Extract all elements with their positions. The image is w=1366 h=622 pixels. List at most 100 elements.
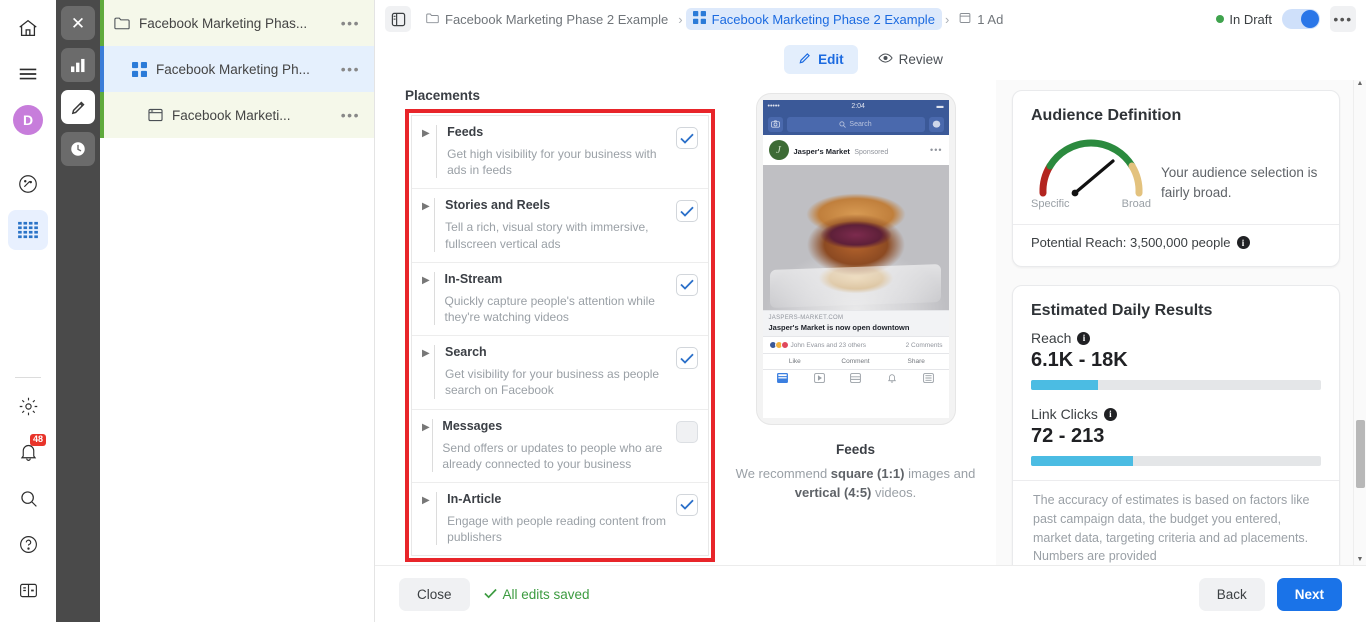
speedometer-icon[interactable] [8,164,48,204]
save-status-label: All edits saved [502,586,590,602]
placement-checkbox[interactable] [676,493,698,516]
tree-accent [100,46,104,92]
scroll-up-icon[interactable]: ▲ [1354,80,1366,87]
notifications-icon [874,373,910,383]
next-button[interactable]: Next [1276,577,1342,611]
panel-icon[interactable] [8,570,48,610]
breadcrumb-adset[interactable]: Facebook Marketing Phase 2 Example [685,8,942,30]
back-button[interactable]: Back [1198,577,1265,611]
link-url: JASPERS-MARKET.COM [768,315,844,321]
tab-label: Edit [818,51,844,67]
placement-item-in-article[interactable]: ▶ In-Article Engage with people reading … [412,483,708,555]
breadcrumb-campaign[interactable]: Facebook Marketing Phase 2 Example [419,9,675,30]
metric-value: 72 - 213 [1031,425,1105,447]
pencil-icon[interactable] [61,90,95,124]
metric-value: 6.1K - 18K [1031,349,1128,371]
tree-item-menu-icon[interactable]: ••• [337,15,364,31]
placements-column: Placements ▶ Feeds Get high visibility f… [375,80,715,565]
estimates-card-title: Estimated Daily Results [1031,302,1213,319]
chevron-right-icon[interactable]: ▶ [422,125,436,178]
placement-item-messages[interactable]: ▶ Messages Send offers or updates to peo… [412,410,708,483]
recommend-suffix: videos. [871,484,917,500]
chart-bars-icon[interactable] [61,48,95,82]
clock-icon[interactable] [61,132,95,166]
tree-item-menu-icon[interactable]: ••• [337,61,364,77]
facebook-bottom-tabs [762,369,949,386]
chevron-right-icon[interactable]: ▶ [422,492,436,545]
save-status: All edits saved [483,586,590,602]
metric-progress-bar [1031,456,1321,466]
reaction-icons [768,341,789,349]
tree-accent [100,92,104,138]
placement-item-in-stream[interactable]: ▶ In-Stream Quickly capture people's att… [412,263,708,337]
sidebar-toggle-icon[interactable] [385,6,411,32]
tree-item-adset[interactable]: Facebook Marketing Ph... ••• [100,46,374,92]
tabs-bar: Edit Review [375,38,1366,80]
estimated-daily-results-card: Estimated Daily Results Reach i 6.1K - 1… [1012,285,1340,565]
comment-action: Comment [841,358,870,365]
status-toggle[interactable] [1282,9,1320,29]
placement-checkbox[interactable] [676,273,698,296]
chevron-right-icon[interactable]: ▶ [422,198,434,251]
tree-item-campaign[interactable]: Facebook Marketing Phas... ••• [100,0,374,46]
grid-table-icon[interactable] [8,210,48,250]
tree-item-menu-icon[interactable]: ••• [337,107,364,123]
close-icon[interactable]: ✕ [61,6,95,40]
placement-item-search[interactable]: ▶ Search Get visibility for your busines… [412,336,708,410]
link-preview: JASPERS-MARKET.COM Jasper's Market is no… [762,310,949,336]
placement-checkbox[interactable] [676,420,698,443]
avatar[interactable]: D [8,100,48,140]
recommend-vertical: vertical (4:5) [794,484,872,500]
share-action: Share [907,358,925,365]
divider [436,125,438,179]
bell-icon[interactable]: 48 [8,432,48,472]
breadcrumb-ad[interactable]: 1 Ad [952,9,1010,30]
placement-title: Stories and Reels [445,198,551,213]
placement-item-stories-and-reels[interactable]: ▶ Stories and Reels Tell a rich, visual … [412,189,708,263]
divider [1013,480,1339,481]
placement-checkbox[interactable] [676,347,698,370]
placements-list: ▶ Feeds Get high visibility for your bus… [411,115,709,557]
help-icon[interactable] [8,524,48,564]
breadcrumb-label: Facebook Marketing Phase 2 Example [445,11,669,27]
facebook-search-field[interactable]: Search [786,116,925,132]
divider [436,491,438,546]
tab-label: Review [898,51,943,67]
app-root: D 48 ✕ Facebook Marketing Phas... ••• Fa… [0,0,1366,622]
tab-review[interactable]: Review [864,45,957,74]
top-bar-right: In Draft ••• [1216,6,1356,32]
signal-icon: ••••• [767,103,780,110]
placement-checkbox[interactable] [676,127,698,149]
folder-icon [426,12,439,27]
page-scrollbar[interactable]: ▲ ▼ [1353,80,1366,565]
chevron-right-icon[interactable]: ▶ [422,345,434,398]
recommend-mid: images and [904,466,976,481]
menu-icon [910,373,946,383]
ad-photo [762,165,949,310]
scroll-down-icon[interactable]: ▼ [1354,556,1366,563]
info-icon[interactable]: i [1077,331,1091,345]
facebook-search-placeholder: Search [849,120,872,128]
metric-label-text: Reach [1031,330,1072,346]
audience-note: Your audience selection is fairly broad. [1161,165,1318,200]
home-icon[interactable] [8,8,48,48]
close-button[interactable]: Close [399,577,470,611]
chevron-right-icon[interactable]: ▶ [422,419,432,472]
estimates-disclaimer: The accuracy of estimates is based on fa… [1033,493,1310,564]
tree-item-ad[interactable]: Facebook Marketi... ••• [100,92,374,138]
chevron-right-icon[interactable]: ▶ [422,272,434,325]
gear-icon[interactable] [8,386,48,426]
search-icon[interactable] [8,478,48,518]
avatar-initial: D [13,105,43,135]
info-icon[interactable]: i [1236,236,1250,249]
scrollbar-thumb[interactable] [1356,420,1365,488]
placement-item-feeds[interactable]: ▶ Feeds Get high visibility for your bus… [412,116,708,190]
info-icon[interactable]: i [1103,407,1117,421]
placement-checkbox[interactable] [676,200,698,223]
menu-icon[interactable] [8,54,48,94]
placements-highlight: ▶ Feeds Get high visibility for your bus… [405,109,715,563]
notification-badge: 48 [29,434,46,446]
more-options-icon[interactable]: ••• [1330,6,1356,32]
battery-icon: ▬ [936,103,944,110]
tab-edit[interactable]: Edit [784,44,858,74]
